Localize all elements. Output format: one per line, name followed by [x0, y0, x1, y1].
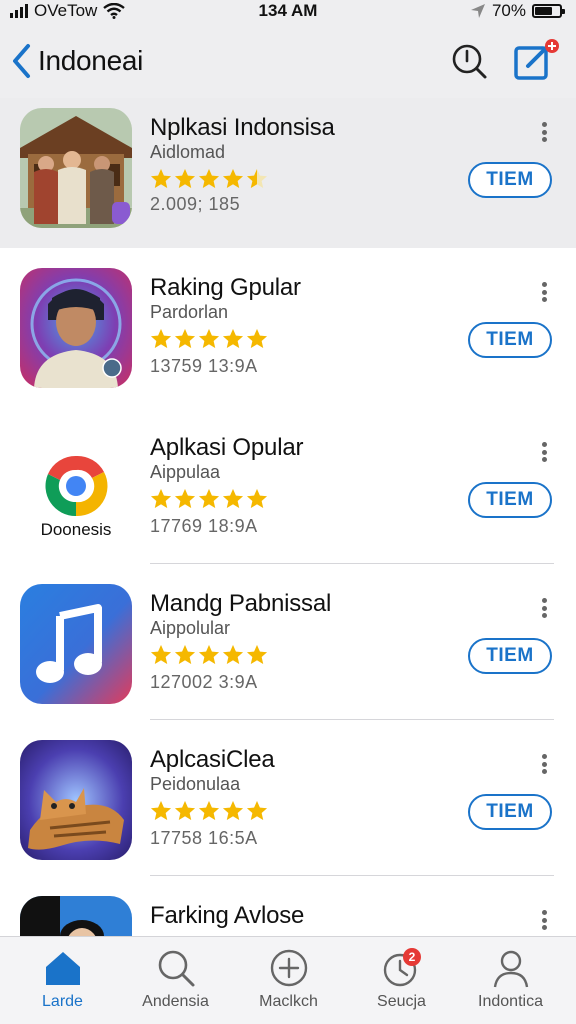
star-icon — [247, 801, 267, 820]
back-button[interactable]: Indoneai — [10, 42, 143, 80]
notification-badge: 2 — [408, 950, 416, 964]
app-subtitle: Aidlomad — [150, 142, 226, 162]
star-icon — [151, 169, 171, 188]
star-icon — [223, 801, 243, 820]
home-icon — [46, 952, 80, 985]
list-item[interactable]: Farking Avlose — [0, 876, 576, 936]
star-icon — [151, 329, 171, 348]
app-name: Mandg Pabnissal — [150, 590, 332, 617]
star-icon — [247, 329, 267, 348]
portrait-photo-icon — [20, 268, 132, 388]
get-button[interactable]: TIEM — [468, 638, 552, 674]
music-note-icon — [20, 584, 132, 704]
star-icon — [223, 329, 243, 348]
more-options-icon[interactable] — [536, 280, 552, 304]
star-rating — [150, 488, 268, 512]
icon-caption: Doonesis — [40, 520, 112, 539]
more-options-icon[interactable] — [536, 120, 552, 144]
search-icon — [158, 950, 195, 987]
app-list: Nplkasi Indonsisa Aidlomad 2.009; 185 TI… — [0, 98, 576, 936]
avatar-photo-icon — [20, 896, 132, 936]
star-icon — [223, 645, 243, 664]
star-icon — [247, 489, 267, 508]
star-rating — [150, 800, 268, 824]
star-icon — [175, 645, 195, 664]
star-icon — [175, 169, 195, 188]
star-icon — [199, 329, 219, 348]
app-name: Raking Gpular — [150, 274, 301, 301]
star-icon — [151, 801, 171, 820]
status-bar: OVeTow 134 AM 70% — [0, 0, 576, 24]
tab-label: Indontica — [478, 993, 543, 1010]
back-title: Indoneai — [38, 45, 144, 76]
more-options-icon[interactable] — [536, 908, 552, 932]
search-icon[interactable] — [450, 42, 488, 80]
star-icon — [199, 645, 219, 664]
star-icon — [175, 329, 195, 348]
app-subtitle: Pardorlan — [150, 302, 229, 322]
tab-profile[interactable]: Indontica — [453, 937, 568, 1024]
tab-label: Seucja — [377, 993, 426, 1010]
tab-home[interactable]: Larde — [5, 937, 120, 1024]
star-rating — [150, 644, 268, 668]
app-subtitle: Peidonulaa — [150, 774, 241, 794]
get-button[interactable]: TIEM — [468, 482, 552, 518]
status-right: 70% — [470, 1, 565, 21]
app-subtitle: Aippulaa — [150, 462, 221, 482]
people-photo-icon — [20, 108, 132, 228]
get-button[interactable]: TIEM — [468, 794, 552, 830]
star-icon — [247, 169, 267, 188]
list-item[interactable]: Nplkasi Indonsisa Aidlomad 2.009; 185 TI… — [0, 98, 576, 248]
star-icon — [175, 489, 195, 508]
app-subtitle: Aippolular — [150, 618, 231, 638]
battery-icon — [532, 4, 565, 18]
chevron-left-icon — [13, 44, 30, 78]
navigation-bar: Indoneai — [0, 24, 576, 98]
star-icon — [247, 645, 267, 664]
compose-icon[interactable] — [512, 38, 560, 82]
star-icon — [223, 169, 243, 188]
battery-percent: 70% — [491, 1, 526, 20]
more-options-icon[interactable] — [536, 440, 552, 464]
star-icon — [151, 645, 171, 664]
list-item[interactable]: Doonesis Aplkasi Opular Aippulaa 17769 1… — [0, 408, 576, 564]
tab-label: Andensia — [142, 993, 209, 1010]
app-meta: 17769 18:9A — [150, 516, 258, 536]
app-name: Farking Avlose — [150, 902, 305, 929]
app-name: Nplkasi Indonsisa — [150, 114, 335, 141]
app-meta: 17758 16:5A — [150, 828, 258, 848]
star-icon — [199, 801, 219, 820]
browser-logo-icon: Doonesis — [20, 428, 132, 548]
battery-fill — [535, 7, 552, 15]
app-meta: 2.009; 185 — [150, 194, 241, 214]
star-icon — [199, 169, 219, 188]
person-icon — [493, 950, 529, 988]
star-icon — [175, 801, 195, 820]
tab-label: Maclkch — [259, 993, 318, 1010]
tab-bar: Larde Andensia Maclkch 2 Seucja Indontic… — [0, 936, 576, 1024]
app-name: Aplkasi Opular — [150, 434, 304, 461]
star-rating — [150, 328, 268, 352]
star-rating — [150, 168, 268, 192]
more-options-icon[interactable] — [536, 596, 552, 620]
get-button[interactable]: TIEM — [468, 162, 552, 198]
list-item[interactable]: Mandg Pabnissal Aippolular 127002 3:9A T… — [0, 564, 576, 720]
plus-circle-icon — [270, 949, 308, 987]
star-icon — [223, 489, 243, 508]
list-item[interactable]: AplcasiClea Peidonulaa 17758 16:5A TIEM — [0, 720, 576, 876]
more-options-icon[interactable] — [536, 752, 552, 776]
app-name: AplcasiClea — [150, 746, 275, 773]
tab-label: Larde — [42, 993, 83, 1010]
location-arrow-icon — [470, 4, 485, 18]
star-icon — [199, 489, 219, 508]
list-item[interactable]: Raking Gpular Pardorlan 13759 13:9A TIEM — [0, 248, 576, 404]
app-meta: 13759 13:9A — [150, 356, 258, 376]
cat-photo-icon — [20, 740, 132, 860]
tab-search[interactable]: Andensia — [118, 937, 233, 1024]
app-meta: 127002 3:9A — [150, 672, 258, 692]
tab-add[interactable]: Maclkch — [231, 937, 346, 1024]
star-icon — [151, 489, 171, 508]
get-button[interactable]: TIEM — [468, 322, 552, 358]
tab-updates[interactable]: 2 Seucja — [344, 937, 459, 1024]
